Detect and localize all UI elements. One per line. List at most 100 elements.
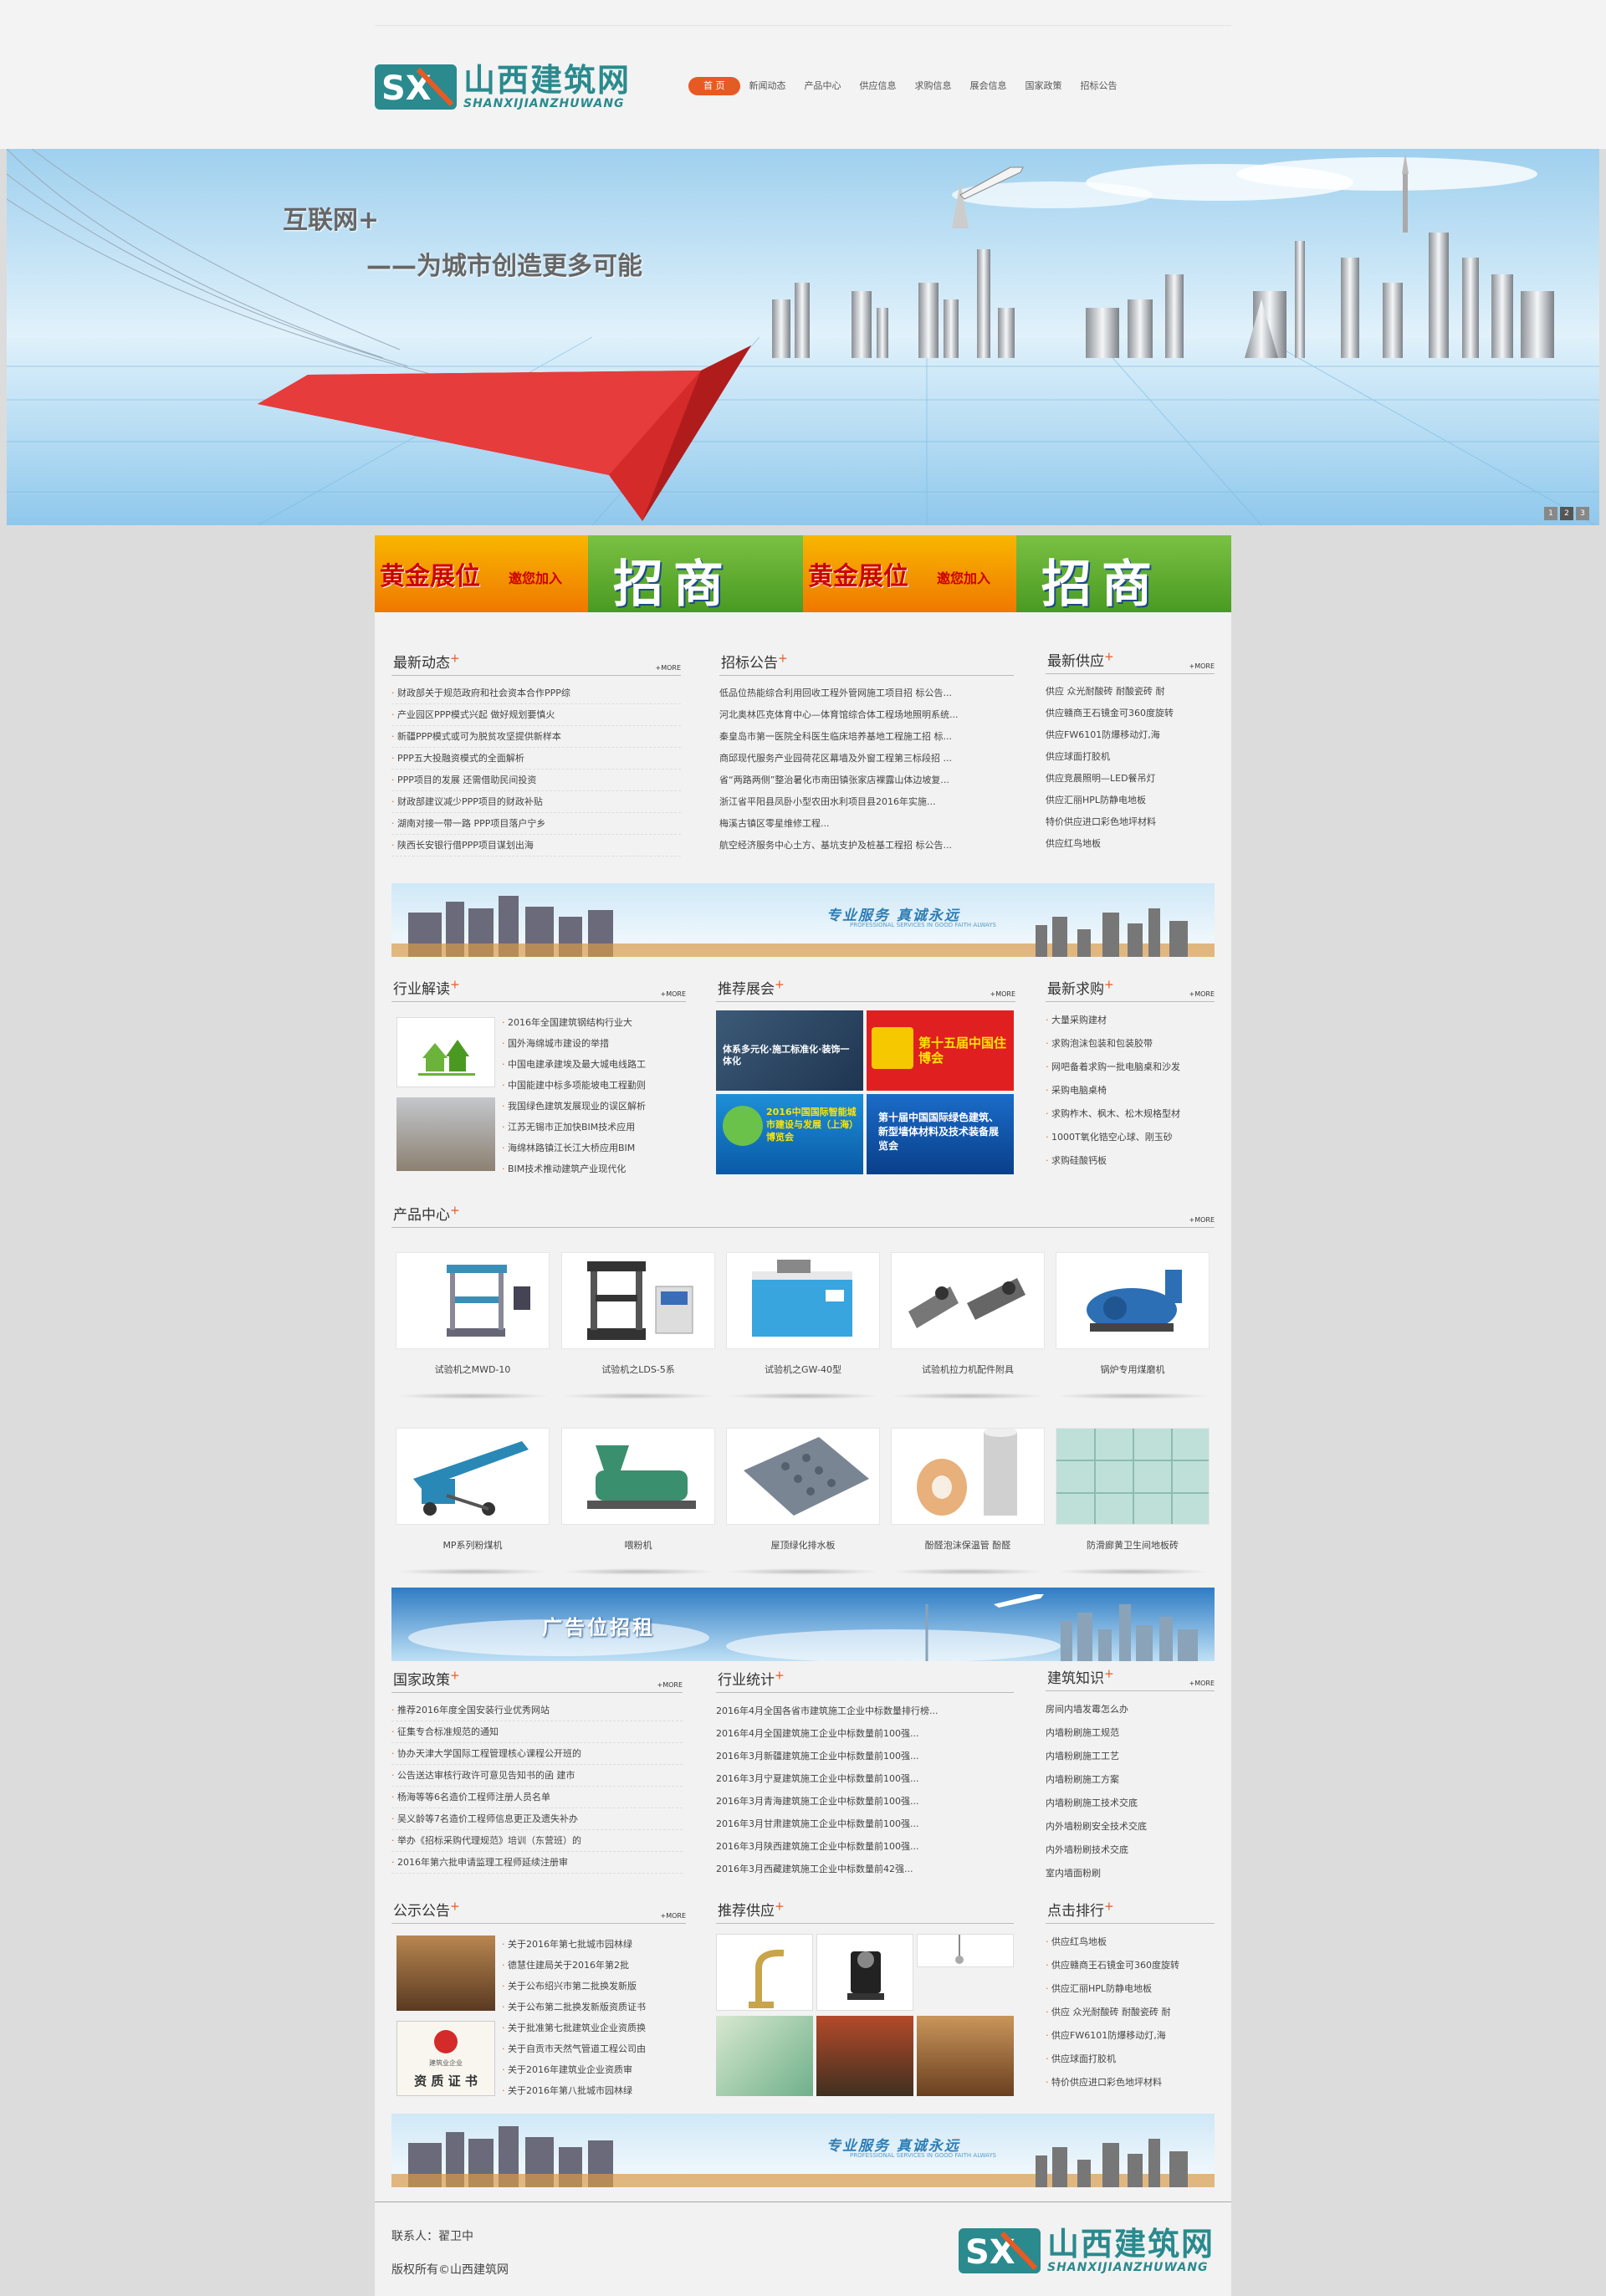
knowledge-item[interactable]: 内墙粉刷施工方案 [1046, 1768, 1215, 1792]
rank-item[interactable]: 特价供应进口彩色地坪材料 [1046, 2071, 1215, 2094]
notice-image-1[interactable] [396, 1935, 495, 2011]
stats-item[interactable]: 2016年4月全国各省市建筑施工企业中标数量排行榜... [716, 1700, 1014, 1722]
expo-tile-3[interactable]: 2016中国国际智能城市建设与发展（上海）博览会 [716, 1094, 863, 1174]
analysis-item[interactable]: 2016年全国建筑钢结构行业大 [502, 1012, 686, 1033]
products-more-link[interactable]: +MORE [1189, 1216, 1215, 1224]
product-card[interactable]: 试验机之GW-40型 [726, 1252, 880, 1399]
nav-buy[interactable]: 求购信息 [906, 77, 961, 95]
buy-item[interactable]: 大量采购建材 [1046, 1009, 1215, 1032]
knowledge-item[interactable]: 内墙粉刷施工技术交底 [1046, 1792, 1215, 1815]
supply-item[interactable]: 供应汇丽HPL防静电地板 [1046, 790, 1215, 811]
product-card[interactable]: 喂粉机 [561, 1428, 715, 1575]
ad-rental-banner[interactable]: 广告位招租 [391, 1588, 1215, 1661]
rec-supply-image[interactable] [716, 2016, 813, 2096]
stats-item[interactable]: 2016年4月全国建筑施工企业中标数量前100强... [716, 1722, 1014, 1745]
bid-item[interactable]: 航空经济服务中心土方、基坑支护及桩基工程招 标公告... [719, 835, 1014, 857]
news-more-link[interactable]: +MORE [655, 664, 681, 672]
analysis-item[interactable]: 国外海绵城市建设的举措 [502, 1033, 686, 1054]
stats-item[interactable]: 2016年3月甘肃建筑施工企业中标数量前100强... [716, 1813, 1014, 1835]
nav-products[interactable]: 产品中心 [795, 77, 851, 95]
footer-logo[interactable]: SX 山西建筑网 SHANXIJIANZHUWANG [958, 2227, 1215, 2274]
nav-policy[interactable]: 国家政策 [1016, 77, 1072, 95]
expo-tile-1[interactable]: 体系多元化·施工标准化·装饰一体化 [716, 1010, 863, 1091]
expo-tile-4[interactable]: 第十届中国国际绿色建筑、新型墙体材料及技术装备展览会 [867, 1094, 1014, 1174]
stats-item[interactable]: 2016年3月陕西建筑施工企业中标数量前100强... [716, 1835, 1014, 1858]
service-banner-2[interactable]: 专业服务 真诚永远 PROFESSIONAL SERVICES IN GOOD … [391, 2114, 1215, 2187]
supply-item[interactable]: 供应球面打胶机 [1046, 746, 1215, 768]
analysis-item[interactable]: 中国能建中标多项能坡电工程勤则 [502, 1075, 686, 1096]
rank-item[interactable]: 供应球面打胶机 [1046, 2048, 1215, 2071]
rec-supply-image[interactable] [816, 1934, 913, 2011]
news-item[interactable]: 财政部建议减少PPP项目的财政补贴 [391, 791, 681, 813]
news-item[interactable]: 产业园区PPP模式兴起 做好规划要慎火 [391, 704, 681, 726]
buy-item[interactable]: 1000T氧化锆空心球、刚玉砂 [1046, 1126, 1215, 1149]
policy-item[interactable]: 吴义龄等7名造价工程师信息更正及遗失补办 [391, 1808, 683, 1830]
bid-item[interactable]: 低品位热能综合利用回收工程外管网施工项目招 标公告... [719, 683, 1014, 704]
analysis-image-1[interactable] [396, 1017, 495, 1087]
notice-item[interactable]: 德慧住建局关于2016年第2批 [502, 1955, 686, 1976]
nav-expo[interactable]: 展会信息 [961, 77, 1016, 95]
rank-item[interactable]: 供应赣商王石镜金可360度旋转 [1046, 1954, 1215, 1977]
analysis-item[interactable]: 我国绿色建筑发展现业的误区解析 [502, 1096, 686, 1117]
rec-supply-image[interactable] [716, 1934, 813, 2011]
ad-block-1[interactable]: 黄金展位 邀您加入 招商 [375, 535, 803, 614]
nav-news[interactable]: 新闻动态 [740, 77, 795, 95]
bid-item[interactable]: 浙江省平阳县凤卧小型农田水利项目县2016年实施... [719, 791, 1014, 813]
knowledge-item[interactable]: 内墙粉刷施工工艺 [1046, 1745, 1215, 1768]
service-banner-1[interactable]: 专业服务 真诚永远 PROFESSIONAL SERVICES IN GOOD … [391, 883, 1215, 957]
stats-item[interactable]: 2016年3月西藏建筑施工企业中标数量前42强... [716, 1858, 1014, 1880]
news-item[interactable]: 陕西长安银行借PPP项目谋划出海 [391, 835, 681, 857]
buy-item[interactable]: 求购硅酸钙板 [1046, 1149, 1215, 1173]
nav-bids[interactable]: 招标公告 [1072, 77, 1127, 95]
knowledge-item[interactable]: 室内墙面粉刷 [1046, 1862, 1215, 1885]
rank-item[interactable]: 供应红鸟地板 [1046, 1930, 1215, 1954]
product-card[interactable]: 屋顶绿化排水板 [726, 1428, 880, 1575]
policy-item[interactable]: 推荐2016年度全国安装行业优秀网站 [391, 1700, 683, 1721]
notice-item[interactable]: 关于2016年第七批城市园林绿 [502, 1934, 686, 1955]
analysis-item[interactable]: 江苏无锡市正加快BIM技术应用 [502, 1117, 686, 1138]
knowledge-item[interactable]: 内外墙粉刷技术交底 [1046, 1838, 1215, 1862]
buy-item[interactable]: 采购电脑桌椅 [1046, 1079, 1215, 1102]
stats-item[interactable]: 2016年3月宁夏建筑施工企业中标数量前100强... [716, 1767, 1014, 1790]
buy-item[interactable]: 网吧备着求购一批电脑桌和沙发 [1046, 1056, 1215, 1079]
product-card[interactable]: 酚醛泡沫保温管 酚醛 [891, 1428, 1045, 1575]
knowledge-more-link[interactable]: +MORE [1189, 1680, 1215, 1687]
nav-supply[interactable]: 供应信息 [851, 77, 906, 95]
expo-tile-2[interactable]: 第十五届中国住博会 [867, 1010, 1014, 1091]
knowledge-item[interactable]: 内外墙粉刷安全技术交底 [1046, 1815, 1215, 1838]
supply-more-link[interactable]: +MORE [1189, 662, 1215, 670]
supply-item[interactable]: 供应红鸟地板 [1046, 833, 1215, 855]
news-item[interactable]: 财政部关于规范政府和社会资本合作PPP综 [391, 683, 681, 704]
product-card[interactable]: 试验机拉力机配件附具 [891, 1252, 1045, 1399]
policy-item[interactable]: 公告送达审核行政许可意见告知书的函 建市 [391, 1765, 683, 1787]
buy-more-link[interactable]: +MORE [1189, 990, 1215, 998]
supply-item[interactable]: 供应 众光耐酸砖 耐酸瓷砖 耐 [1046, 681, 1215, 703]
notice-more-link[interactable]: +MORE [660, 1912, 686, 1920]
bid-item[interactable]: 秦皇岛市第一医院全科医生临床培养基地工程施工招 标... [719, 726, 1014, 748]
notice-item[interactable]: 关于批准第七批建筑业企业资质换 [502, 2017, 686, 2038]
ad-block-2[interactable]: 黄金展位 邀您加入 招商 [803, 535, 1231, 614]
news-item[interactable]: PPP五大投融资模式的全面解析 [391, 748, 681, 770]
supply-item[interactable]: 供应竞晨照明—LED餐吊灯 [1046, 768, 1215, 790]
notice-item[interactable]: 关于自贡市天然气管道工程公司由 [502, 2038, 686, 2059]
rank-item[interactable]: 供应汇丽HPL防静电地板 [1046, 1977, 1215, 2001]
product-card[interactable]: 试验机之LDS-5系 [561, 1252, 715, 1399]
slider-dot-3[interactable]: 3 [1576, 507, 1589, 520]
product-card[interactable]: 防滑廊黄卫生间地板砖 [1056, 1428, 1210, 1575]
rec-supply-image[interactable] [917, 1934, 1014, 1967]
notice-item[interactable]: 关于公布第二批换发新版资质证书 [502, 1997, 686, 2017]
buy-item[interactable]: 求购泡沫包装和包装胶带 [1046, 1032, 1215, 1056]
supply-item[interactable]: 供应FW6101防爆移动灯,海 [1046, 724, 1215, 746]
product-card[interactable]: 锅炉专用煤磨机 [1056, 1252, 1210, 1399]
news-item[interactable]: 新疆PPP模式或可为脱贫攻坚提供新样本 [391, 726, 681, 748]
notice-item[interactable]: 关于公布绍兴市第二批换发新版 [502, 1976, 686, 1997]
rank-item[interactable]: 供应 众光耐酸砖 耐酸瓷砖 耐 [1046, 2001, 1215, 2024]
stats-item[interactable]: 2016年3月新疆建筑施工企业中标数量前100强... [716, 1745, 1014, 1767]
analysis-image-2[interactable] [396, 1097, 495, 1171]
news-item[interactable]: PPP项目的发展 还需借助民间投资 [391, 770, 681, 791]
analysis-more-link[interactable]: +MORE [660, 990, 686, 998]
rank-item[interactable]: 供应FW6101防爆移动灯,海 [1046, 2024, 1215, 2048]
policy-item[interactable]: 征集专合标准规范的通知 [391, 1721, 683, 1743]
buy-item[interactable]: 求购柞木、枫木、松木规格型材 [1046, 1102, 1215, 1126]
hero-banner[interactable]: 互联网+ ——为城市创造更多可能 1 2 3 [7, 149, 1599, 525]
